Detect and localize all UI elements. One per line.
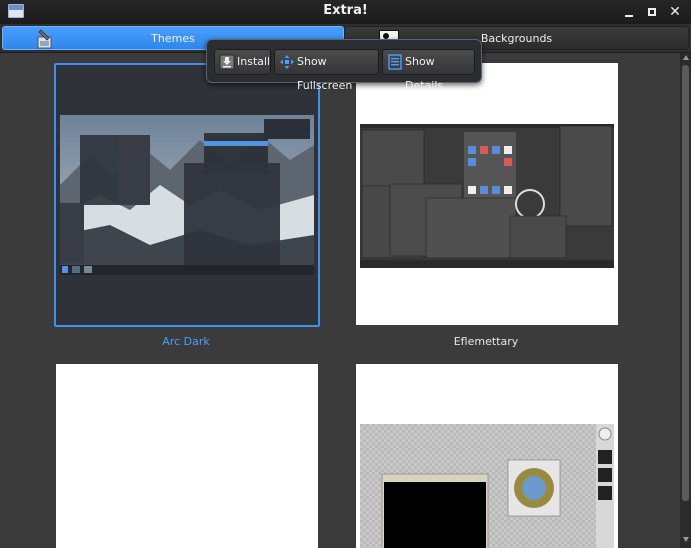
theme-card-eflemettary[interactable]: Eflemettary <box>356 63 624 353</box>
theme-card[interactable] <box>56 364 320 548</box>
theme-card[interactable] <box>356 364 620 548</box>
theme-brush-icon <box>37 29 52 49</box>
download-icon <box>219 54 235 70</box>
details-list-icon <box>388 54 402 70</box>
theme-card-arc-dark[interactable]: Arc Dark <box>54 63 322 353</box>
close-button[interactable]: ✕ <box>666 3 684 21</box>
minimize-button[interactable] <box>620 3 638 21</box>
scroll-down-icon[interactable] <box>683 537 689 542</box>
theme-grid[interactable]: Arc Dark Eflemettary <box>0 53 680 548</box>
theme-preview-arc-dark <box>60 115 314 275</box>
title-bar: Extra! ✕ <box>0 0 691 24</box>
details-label: Show Details <box>405 55 444 92</box>
theme-preview-frame <box>56 364 318 548</box>
tab-themes-label: Themes <box>151 32 195 45</box>
scrollbar-thumb[interactable] <box>682 65 689 501</box>
fullscreen-icon <box>280 55 294 69</box>
vertical-scrollbar[interactable] <box>680 53 691 548</box>
theme-preview-eflemettary <box>360 124 614 268</box>
maximize-button[interactable] <box>643 3 661 21</box>
theme-preview <box>360 424 614 548</box>
theme-name: Eflemettary <box>453 335 519 348</box>
window-title: Extra! <box>323 3 368 18</box>
install-button[interactable]: Install <box>214 49 271 75</box>
fullscreen-label: Show Fullscreen <box>297 55 353 92</box>
show-fullscreen-button[interactable]: Show Fullscreen <box>274 49 379 92</box>
tab-backgrounds-label: Backgrounds <box>480 32 553 45</box>
theme-name: Arc Dark <box>162 335 210 348</box>
show-details-button[interactable]: Show Details <box>382 49 475 92</box>
theme-actions-popup: Install Show Fullscreen Show Details <box>206 39 482 92</box>
scroll-up-icon[interactable] <box>683 55 689 60</box>
install-label: Install <box>237 55 271 68</box>
